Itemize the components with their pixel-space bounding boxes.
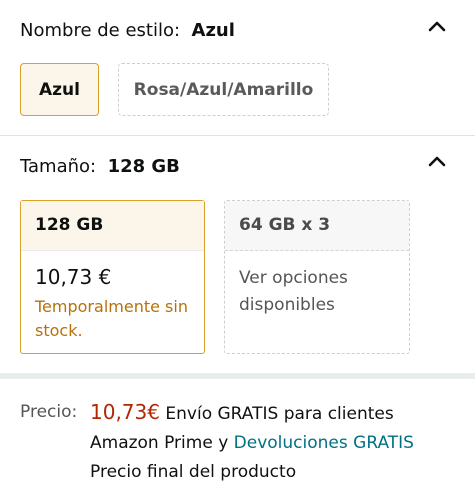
style-value: Azul [191,20,235,41]
style-option-azul[interactable]: Azul [20,63,99,116]
size-label: Tamaño: [20,156,97,177]
style-label: Nombre de estilo: [20,20,181,41]
size-card-title: 128 GB [21,201,204,251]
size-card-options-link: Ver opciones disponibles [239,268,348,315]
final-price-note: Precio final del producto [90,462,297,482]
collapse-style-button[interactable] [426,16,448,38]
size-option-64gb-x3[interactable]: 64 GB x 3 Ver opciones disponibles [224,200,410,354]
section-separator [0,373,475,379]
size-value: 128 GB [107,156,180,177]
size-section: Tamaño: 128 GB 128 GB 10,73 € Temporalme… [0,136,475,371]
price-label: Precio: [20,402,78,422]
size-card-stock-status: Temporalmente sin stock. [35,297,188,340]
chevron-up-icon [428,21,446,32]
style-section: Nombre de estilo: Azul Azul Rosa/Azul/Am… [0,0,475,135]
collapse-size-button[interactable] [426,151,448,173]
returns-link[interactable]: Devoluciones GRATIS [234,433,414,453]
style-title: Nombre de estilo: Azul [20,19,235,43]
style-option-rosa-azul-amarillo[interactable]: Rosa/Azul/Amarillo [118,63,329,116]
style-option-label: Rosa/Azul/Amarillo [133,79,314,100]
size-option-128gb[interactable]: 128 GB 10,73 € Temporalmente sin stock. [20,200,205,354]
style-option-label: Azul [39,79,80,100]
size-card-title: 64 GB x 3 [225,201,409,251]
price-amount: 10,73€ [90,400,160,424]
price-details: 10,73€ Envío GRATIS para clientes Amazon… [90,398,460,487]
chevron-up-icon [428,156,446,167]
size-card-price: 10,73 € [35,265,112,289]
size-title: Tamaño: 128 GB [20,155,180,179]
